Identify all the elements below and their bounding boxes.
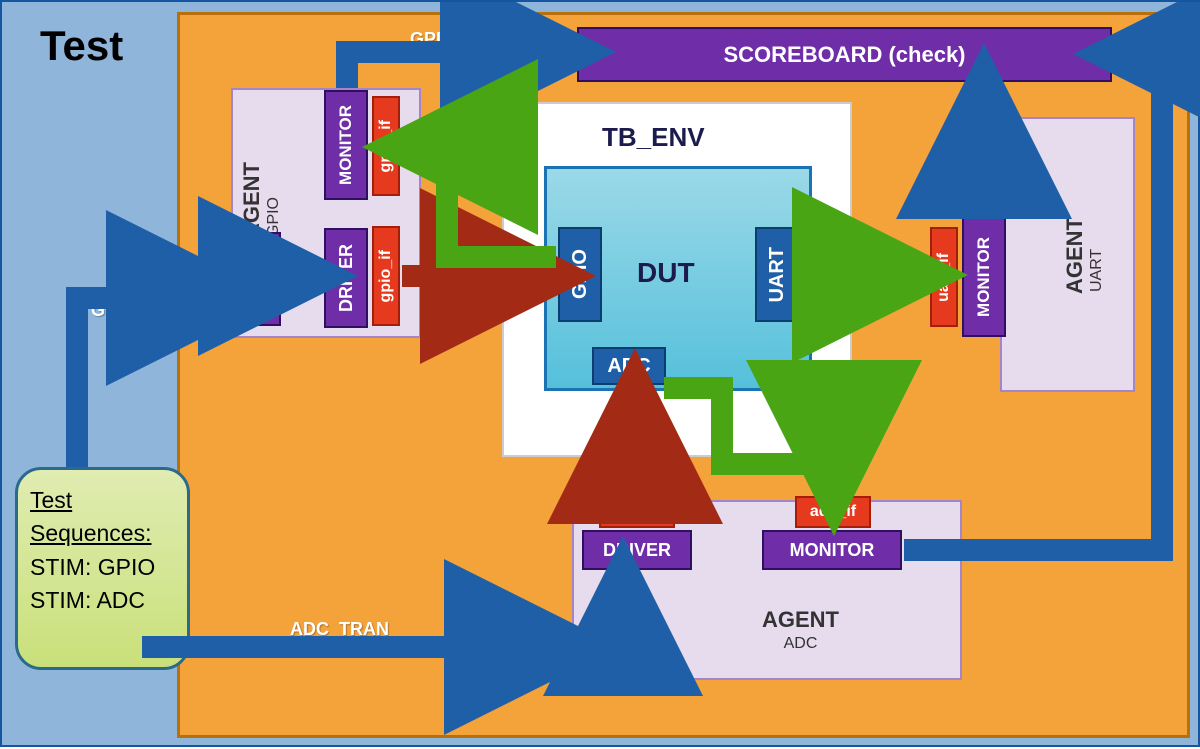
gpio-monitor: MONITOR [324, 90, 368, 200]
test-sequences-line2: STIM: ADC [30, 587, 145, 613]
test-sequences-line1: STIM: GPIO [30, 554, 155, 580]
adc-if-driver: adc_if [599, 496, 675, 528]
agent-uart-label: AGENTUART [1062, 217, 1106, 300]
gpio-seqr: SEQR [243, 232, 281, 326]
dut-adc-port: ADC [592, 347, 666, 385]
tb-env-label: TB_ENV [602, 122, 705, 153]
gpio-if-driver: gpio_if [372, 226, 400, 326]
scoreboard: SCOREBOARD (check) [577, 27, 1112, 82]
uart-if: uart_if [930, 227, 958, 327]
uart-tran-label: UART_TRAN [971, 110, 992, 220]
agent-adc-label: AGENTADC [762, 607, 839, 653]
uart-monitor: MONITOR [962, 217, 1006, 337]
adc-tran-label-1: ADC_TRAN [290, 619, 389, 640]
diagram-canvas: Test TB_ENV DUT GPIO UART ADC AGENTGPIO … [0, 0, 1200, 747]
test-sequences-heading2: Sequences: [30, 517, 151, 550]
adc-tran-label-2: ADC_TRAN [1150, 197, 1171, 296]
gpio-driver: DRIVER [324, 228, 368, 328]
dut-label: DUT [637, 257, 695, 289]
gpio-tran-label-2: GPIO_TRAN [410, 29, 515, 50]
adc-driver: DRIVER [582, 530, 692, 570]
gpio-tran-label-1: GPIO_TRAN [91, 300, 196, 321]
test-sequences-box: Test Sequences: STIM: GPIO STIM: ADC [15, 467, 190, 670]
dut-uart-port: UART [755, 227, 799, 322]
test-title: Test [40, 22, 123, 70]
adc-seqr: SEQR [582, 628, 664, 668]
dut-gpio-port: GPIO [558, 227, 602, 322]
test-sequences-heading1: Test [30, 484, 72, 517]
gpio-if-monitor: gpio_if [372, 96, 400, 196]
adc-monitor: MONITOR [762, 530, 902, 570]
adc-if-monitor: adc_if [795, 496, 871, 528]
